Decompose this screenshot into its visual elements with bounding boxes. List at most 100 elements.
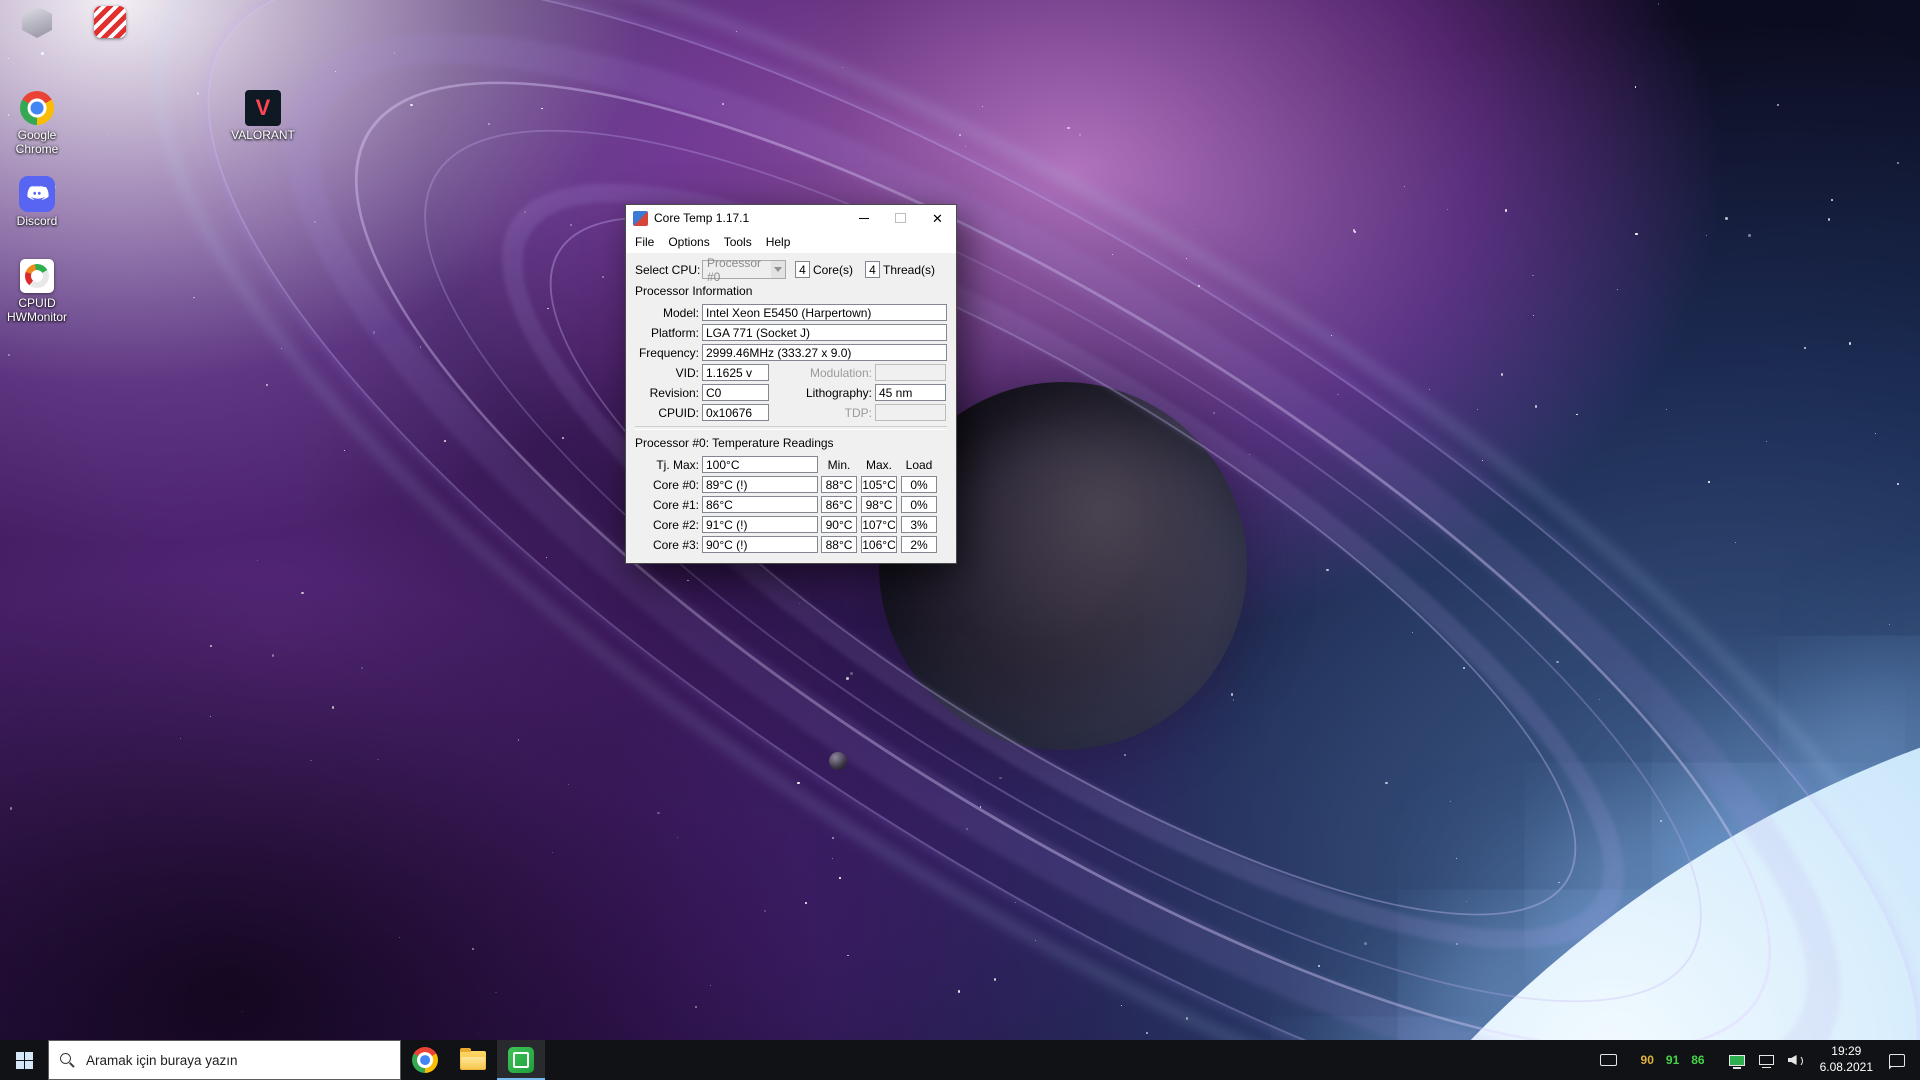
windows-logo-icon	[16, 1052, 33, 1069]
search-input[interactable]	[84, 1052, 389, 1069]
dark-dust-overlay	[0, 0, 1920, 1080]
coretemp-app-icon	[633, 211, 648, 226]
temp-readings-section-label: Processor #0: Temperature Readings	[635, 436, 947, 450]
tray-temp-value[interactable]: 86	[1686, 1053, 1709, 1067]
tdp-label: TDP:	[769, 406, 875, 420]
desktop-icon-discord[interactable]: Discord	[0, 176, 79, 229]
col-load-header: Load	[901, 458, 937, 472]
core2-min-field: 90°C	[821, 516, 857, 533]
taskbar-explorer-button[interactable]	[449, 1040, 497, 1080]
core3-load-field: 2%	[901, 536, 937, 553]
taskbar-clock[interactable]: 19:29 6.08.2021	[1811, 1044, 1882, 1075]
menu-bar: File Options Tools Help	[626, 231, 956, 253]
chrome-icon	[19, 90, 55, 126]
desktop-icon-label: Discord	[17, 215, 58, 229]
core1-load-field: 0%	[901, 496, 937, 513]
desktop-icon-label: VALORANT	[231, 129, 295, 143]
menu-file[interactable]: File	[628, 231, 661, 253]
cube-app-icon	[19, 4, 55, 40]
action-center-button[interactable]	[1882, 1040, 1912, 1080]
processor-info-section-label: Processor Information	[635, 284, 947, 298]
desktop-icon-2[interactable]	[68, 4, 152, 43]
close-button[interactable]: ✕	[919, 205, 956, 231]
vid-label: VID:	[635, 366, 702, 380]
volume-tray-icon[interactable]	[1781, 1040, 1811, 1080]
vid-field: 1.1625 v	[702, 364, 769, 381]
wallpaper	[0, 0, 1920, 1080]
hwmonitor-icon	[19, 258, 55, 294]
core2-max-field: 107°C	[861, 516, 897, 533]
lithography-label: Lithography:	[769, 386, 875, 400]
desktop-icon-hwmonitor[interactable]: CPUID HWMonitor	[0, 258, 79, 325]
revision-field: C0	[702, 384, 769, 401]
core0-min-field: 88°C	[821, 476, 857, 493]
core1-label: Core #1:	[635, 498, 702, 512]
tray-temp-value[interactable]: 90	[1636, 1053, 1659, 1067]
taskbar: 90 91 86 19:29 6.08.2021	[0, 1040, 1920, 1080]
clock-date: 6.08.2021	[1820, 1060, 1873, 1076]
model-label: Model:	[635, 306, 702, 320]
search-icon	[60, 1053, 75, 1068]
cores-label: Core(s)	[813, 263, 853, 277]
taskbar-search[interactable]	[48, 1040, 401, 1080]
lithography-field: 45 nm	[875, 384, 946, 401]
system-tray: 90 91 86 19:29 6.08.2021	[1593, 1040, 1920, 1080]
desktop-icon-label: Google Chrome	[0, 129, 79, 157]
threads-count-field: 4	[865, 261, 880, 278]
desktop-icon-chrome[interactable]: Google Chrome	[0, 90, 79, 157]
core1-temp-field: 86°C	[702, 496, 818, 513]
window-title: Core Temp 1.17.1	[654, 211, 845, 225]
core3-min-field: 88°C	[821, 536, 857, 553]
core2-label: Core #2:	[635, 518, 702, 532]
minimize-button[interactable]	[845, 205, 882, 231]
tjmax-field: 100°C	[702, 456, 818, 473]
col-min-header: Min.	[821, 458, 857, 472]
desktop-icon-label: CPUID HWMonitor	[0, 297, 79, 325]
revision-label: Revision:	[635, 386, 702, 400]
menu-options[interactable]: Options	[661, 231, 716, 253]
maximize-button[interactable]	[882, 205, 919, 231]
start-button[interactable]	[0, 1040, 48, 1080]
platform-field: LGA 771 (Socket J)	[702, 324, 947, 341]
core0-label: Core #0:	[635, 478, 702, 492]
section-separator	[635, 426, 947, 430]
threads-label: Thread(s)	[883, 263, 935, 277]
core3-row: Core #3: 90°C (!) 88°C 106°C 2%	[635, 536, 947, 553]
tray-temp-value[interactable]: 91	[1661, 1053, 1684, 1067]
desktop-icon-valorant[interactable]: V VALORANT	[221, 90, 305, 143]
red-app-icon	[92, 4, 128, 40]
coretemp-tray-temps[interactable]: 90 91 86	[1624, 1040, 1722, 1080]
core0-temp-field: 89°C (!)	[702, 476, 818, 493]
chevron-down-icon	[771, 261, 785, 278]
window-body: Select CPU: Processor #0 4 Core(s) 4 Thr…	[626, 253, 956, 563]
discord-icon	[19, 176, 55, 212]
frequency-label: Frequency:	[635, 346, 702, 360]
core1-min-field: 86°C	[821, 496, 857, 513]
core0-max-field: 105°C	[861, 476, 897, 493]
cpuid-field: 0x10676	[702, 404, 769, 421]
modulation-field	[875, 364, 946, 381]
coretemp-taskbar-icon	[508, 1047, 534, 1073]
frequency-field: 2999.46MHz (333.27 x 9.0)	[702, 344, 947, 361]
file-explorer-icon	[460, 1051, 486, 1070]
col-max-header: Max.	[861, 458, 897, 472]
core2-row: Core #2: 91°C (!) 90°C 107°C 3%	[635, 516, 947, 533]
tdp-field	[875, 404, 946, 421]
core2-temp-field: 91°C (!)	[702, 516, 818, 533]
cpu-select-dropdown[interactable]: Processor #0	[702, 260, 786, 279]
title-bar[interactable]: Core Temp 1.17.1 ✕	[626, 205, 956, 231]
menu-help[interactable]: Help	[759, 231, 798, 253]
core0-load-field: 0%	[901, 476, 937, 493]
select-cpu-label: Select CPU:	[635, 263, 702, 277]
menu-tools[interactable]: Tools	[717, 231, 759, 253]
tjmax-label: Tj. Max:	[635, 458, 702, 472]
display-tray-icon[interactable]	[1722, 1040, 1752, 1080]
core0-row: Core #0: 89°C (!) 88°C 105°C 0%	[635, 476, 947, 493]
touch-keyboard-tray-icon[interactable]	[1593, 1040, 1624, 1080]
cpuid-label: CPUID:	[635, 406, 702, 420]
model-field: Intel Xeon E5450 (Harpertown)	[702, 304, 947, 321]
taskbar-chrome-button[interactable]	[401, 1040, 449, 1080]
taskbar-coretemp-button[interactable]	[497, 1040, 545, 1080]
network-tray-icon[interactable]	[1752, 1040, 1781, 1080]
cores-count-field: 4	[795, 261, 810, 278]
